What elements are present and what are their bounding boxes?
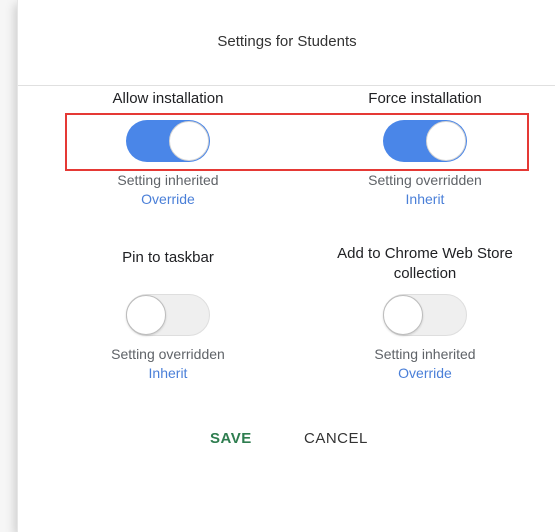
setting-status: Setting overridden bbox=[111, 346, 225, 362]
toggle-thumb bbox=[383, 295, 423, 335]
allow-installation-toggle[interactable] bbox=[126, 120, 210, 162]
setting-allow-installation: Allow installation Setting inherited Ove… bbox=[53, 89, 283, 207]
setting-status: Setting inherited bbox=[374, 346, 476, 362]
toggle-thumb bbox=[126, 295, 166, 335]
setting-status: Setting overridden bbox=[368, 172, 482, 188]
dialog-title: Settings for Students bbox=[217, 33, 357, 50]
pin-to-taskbar-toggle[interactable] bbox=[126, 294, 210, 336]
setting-label: Force installation bbox=[368, 90, 482, 107]
setting-label: Allow installation bbox=[112, 90, 224, 107]
setting-add-to-web-store-collection: Add to Chrome Web Store collection Setti… bbox=[305, 244, 545, 381]
save-button[interactable]: SAVE bbox=[210, 430, 252, 447]
override-link[interactable]: Override bbox=[53, 191, 283, 207]
override-link[interactable]: Override bbox=[305, 365, 545, 381]
setting-label: Add to Chrome Web Store collection bbox=[337, 245, 513, 282]
force-installation-toggle[interactable] bbox=[383, 120, 467, 162]
setting-pin-to-taskbar: Pin to taskbar Setting overridden Inheri… bbox=[53, 248, 283, 381]
setting-force-installation: Force installation Setting overridden In… bbox=[310, 89, 540, 207]
inherit-link[interactable]: Inherit bbox=[53, 365, 283, 381]
dialog-header: Settings for Students bbox=[18, 0, 555, 86]
inherit-link[interactable]: Inherit bbox=[310, 191, 540, 207]
toggle-thumb bbox=[426, 121, 466, 161]
toggle-thumb bbox=[169, 121, 209, 161]
cancel-button[interactable]: CANCEL bbox=[304, 430, 368, 447]
setting-label: Pin to taskbar bbox=[122, 249, 214, 266]
dialog-actions: SAVE CANCEL bbox=[18, 430, 555, 450]
web-store-collection-toggle[interactable] bbox=[383, 294, 467, 336]
settings-dialog: Settings for Students Allow installation… bbox=[17, 0, 555, 532]
setting-status: Setting inherited bbox=[117, 172, 219, 188]
